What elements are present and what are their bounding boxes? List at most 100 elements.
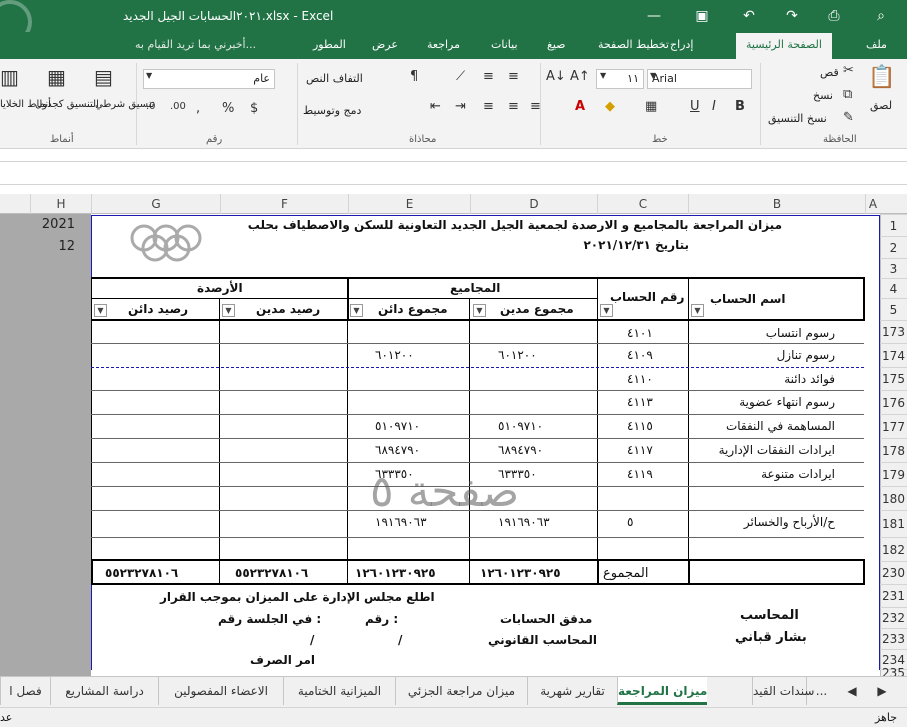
sheet-tab[interactable]: ميزان مراجعة الجزئي: [395, 677, 527, 705]
copy-icon[interactable]: ⧉: [843, 87, 852, 102]
account-name-cell[interactable]: المساهمة في النفقات: [726, 419, 835, 433]
filter-dropdown-icon[interactable]: ▼: [222, 304, 235, 317]
currency-icon[interactable]: $: [250, 101, 258, 116]
row-header[interactable]: 233: [880, 628, 907, 649]
scroll-left-icon[interactable]: ◀: [842, 677, 862, 705]
account-name-cell[interactable]: فوائد دائنة: [784, 372, 835, 386]
column-header-f[interactable]: F: [220, 194, 348, 214]
brush-icon[interactable]: ✎: [843, 110, 854, 125]
italic-icon[interactable]: I: [712, 99, 716, 114]
total-balance-credit[interactable]: ٥٥٢٣٢٧٨١٠٦: [105, 566, 178, 580]
date-slash[interactable]: /: [310, 633, 314, 647]
save-icon[interactable]: ▣: [691, 5, 713, 27]
tab-view[interactable]: عرض: [372, 38, 398, 51]
total-credit[interactable]: ١٢٦٠١٢٣٠٩٢٥: [355, 566, 436, 580]
column-header-g[interactable]: G: [91, 194, 220, 214]
worksheet-grid[interactable]: H G F E D C A B 2021 12 1 2 3 4 5 173 174 175 17…: [0, 194, 907, 676]
tab-developer[interactable]: المطور: [313, 38, 346, 51]
account-name-cell[interactable]: ايرادات متنوعة: [761, 467, 835, 481]
align-left-icon[interactable]: ≡: [483, 99, 494, 114]
header-totals[interactable]: المجاميع: [450, 281, 500, 295]
formula-input[interactable]: [0, 161, 907, 185]
row-header[interactable]: 1: [880, 214, 907, 236]
header-account-name[interactable]: اسم الحساب: [710, 292, 786, 306]
font-name-select[interactable]: Arial: [647, 69, 752, 89]
tab-file[interactable]: ملف: [866, 38, 887, 51]
align-center-icon[interactable]: ≡: [508, 99, 519, 114]
row-header[interactable]: 175: [880, 367, 907, 390]
column-header-h[interactable]: H: [30, 194, 91, 214]
tab-insert[interactable]: إدراج: [670, 38, 693, 51]
sheet-tab[interactable]: فصل ا: [0, 677, 50, 705]
sheet-tab[interactable]: الاعضاء المفصولين: [158, 677, 283, 705]
row-header[interactable]: 177: [880, 414, 907, 438]
account-number-cell[interactable]: ٤١٠٩: [627, 348, 653, 362]
total-debit-cell[interactable]: ٥١٠٩٧١٠: [498, 419, 543, 433]
filter-dropdown-icon[interactable]: ▼: [600, 304, 613, 317]
total-credit-cell[interactable]: ٦٠١٢٠٠: [375, 348, 414, 362]
header-balance-debit[interactable]: رصيد مدين: [256, 302, 320, 316]
row-header[interactable]: 174: [880, 343, 907, 367]
conditional-format-button[interactable]: تنسيق شرطي: [95, 99, 154, 110]
row-header[interactable]: 235: [880, 667, 907, 676]
report-title[interactable]: ميزان المراجعة بالمجاميع و الارصدة لجمعي…: [248, 218, 782, 232]
orientation-icon[interactable]: ⟋: [456, 69, 465, 84]
total-debit-cell[interactable]: ١٩١٦٩٠٦٣: [498, 515, 550, 529]
conditional-format-icon[interactable]: ▤: [94, 65, 113, 89]
zoom-search-icon[interactable]: ⌕: [870, 5, 892, 27]
column-header-d[interactable]: D: [470, 194, 597, 214]
row-header[interactable]: 182: [880, 537, 907, 561]
paste-icon[interactable]: 📋: [868, 65, 896, 90]
cell-styles-button[interactable]: أنماط الخلايا: [0, 99, 51, 110]
account-name-cell[interactable]: ح/الأرباح والخسائر: [744, 515, 835, 529]
format-table-icon[interactable]: ▦: [47, 65, 66, 89]
sheet-tab[interactable]: دراسة المشاريع: [50, 677, 158, 705]
format-painter-button[interactable]: نسخ التنسيق: [768, 112, 827, 125]
column-header-a[interactable]: A: [865, 194, 880, 214]
align-right-icon[interactable]: ≡: [530, 99, 541, 114]
payment-order[interactable]: امر الصرف: [250, 653, 315, 667]
legal-accountant-label[interactable]: المحاسب القانوني: [488, 633, 597, 647]
row-header[interactable]: 3: [880, 258, 907, 278]
sheet-tab[interactable]: ميزان المراجعة: [617, 677, 707, 705]
header-total-credit[interactable]: مجموع دائن: [378, 302, 448, 316]
bold-icon[interactable]: B: [735, 99, 745, 114]
account-number-cell[interactable]: ٥: [627, 515, 633, 529]
session-label[interactable]: في الجلسة رقم :: [218, 612, 321, 626]
percent-icon[interactable]: %: [222, 101, 234, 116]
header-balances[interactable]: الأرصدة: [197, 281, 243, 295]
total-credit-cell[interactable]: ٦٨٩٤٧٩٠: [375, 443, 420, 457]
tab-review[interactable]: مراجعة: [427, 38, 460, 51]
rtl-icon[interactable]: ¶: [410, 69, 418, 84]
date-slash[interactable]: /: [398, 633, 402, 647]
row-header[interactable]: 230: [880, 561, 907, 584]
paste-button[interactable]: لصق: [870, 99, 892, 112]
total-balance-debit[interactable]: ٥٥٢٣٢٧٨١٠٦: [235, 566, 308, 580]
cut-button[interactable]: قص: [820, 66, 839, 79]
align-middle-icon[interactable]: ≡: [483, 69, 494, 84]
tab-home[interactable]: الصفحة الرئيسية: [736, 33, 832, 59]
row-header[interactable]: 4: [880, 278, 907, 298]
merge-center-button[interactable]: دمج وتوسيط: [303, 104, 361, 117]
auditor-label[interactable]: مدقق الحسابات: [500, 612, 592, 626]
account-name-cell[interactable]: رسوم تنازل: [777, 348, 835, 362]
total-credit-cell[interactable]: ٥١٠٩٧١٠: [375, 419, 420, 433]
account-name-cell[interactable]: ايرادات النفقات الإدارية: [719, 443, 835, 457]
header-total-debit[interactable]: مجموع مدين: [500, 302, 574, 316]
row-header[interactable]: 232: [880, 607, 907, 628]
accountant-label[interactable]: المحاسب: [740, 608, 799, 623]
column-header-c[interactable]: C: [597, 194, 688, 214]
total-debit-cell[interactable]: ٦٨٩٤٧٩٠: [498, 443, 543, 457]
outdent-icon[interactable]: ⇤: [430, 99, 441, 114]
row-header[interactable]: 181: [880, 510, 907, 537]
indent-icon[interactable]: ⇥: [455, 99, 466, 114]
account-number-cell[interactable]: ٤١٠١: [627, 326, 653, 340]
total-credit-cell[interactable]: ١٩١٦٩٠٦٣: [375, 515, 427, 529]
undo-icon[interactable]: ↶: [738, 5, 760, 27]
row-header[interactable]: 231: [880, 584, 907, 607]
account-name-cell[interactable]: رسوم انتهاء عضوية: [739, 395, 835, 409]
tab-formulas[interactable]: صيغ: [547, 38, 566, 51]
account-name-cell[interactable]: رسوم انتساب: [766, 326, 835, 340]
accountant-name[interactable]: بشار قباني: [735, 630, 807, 645]
cell-h1[interactable]: 2021: [42, 217, 75, 232]
